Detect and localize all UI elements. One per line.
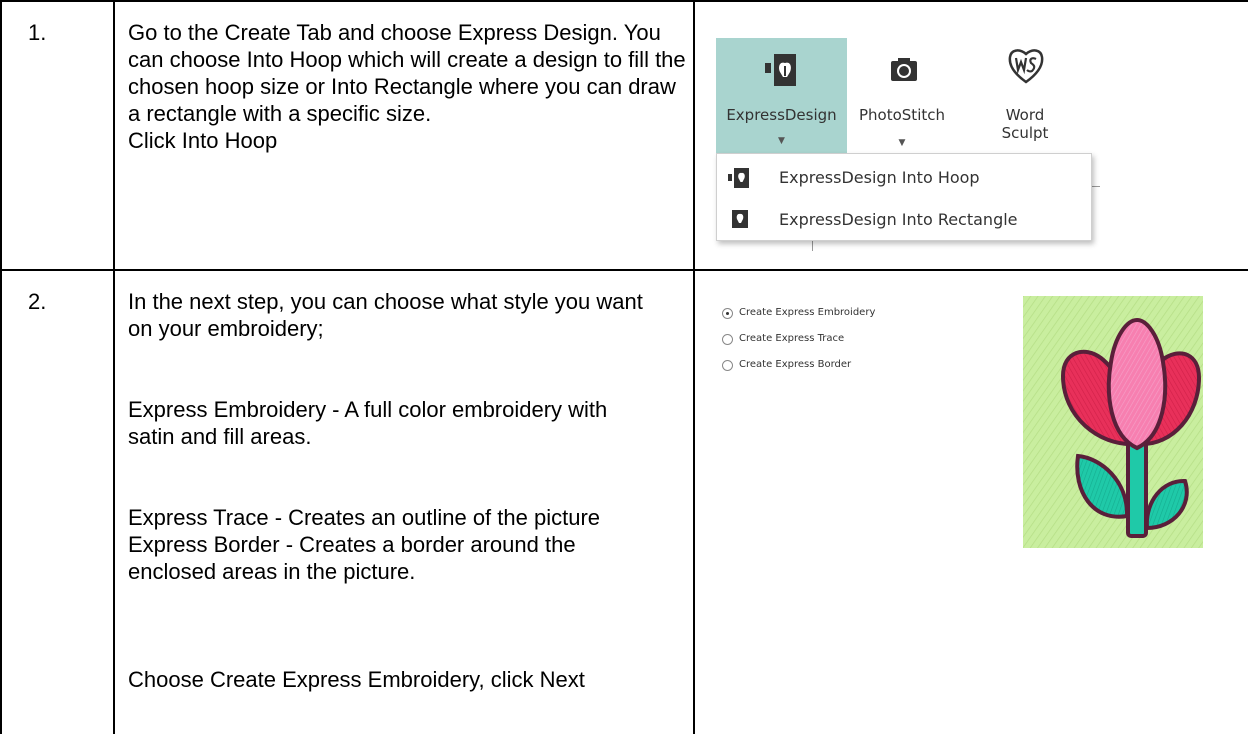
tulip-embroidery-preview — [1023, 296, 1203, 548]
radio-button[interactable] — [722, 308, 733, 319]
step-2-intro: In the next step, you can choose what st… — [128, 289, 643, 341]
radio-button[interactable] — [722, 360, 733, 371]
table-row-divider — [0, 269, 1248, 271]
express-design-label: ExpressDesign — [726, 106, 837, 124]
step-1-instructions: Go to the Create Tab and choose Express … — [128, 20, 686, 153]
step-2-choose: Choose Create Express Embroidery, click … — [128, 667, 585, 692]
photostitch-button[interactable]: PhotoStitch ▼ — [852, 38, 952, 158]
express-design-hoop-icon — [728, 168, 749, 188]
menu-item-label: ExpressDesign Into Rectangle — [779, 210, 1018, 229]
word-sculpt-icon — [1008, 49, 1044, 84]
radio-label: Create Express Trace — [739, 333, 845, 344]
express-design-button[interactable]: ExpressDesign ▼ — [716, 38, 847, 158]
photostitch-label: PhotoStitch — [859, 106, 945, 124]
express-design-icon — [765, 54, 796, 86]
step-number: 1. — [28, 20, 47, 45]
chevron-down-icon: ▼ — [778, 136, 785, 146]
menu-item-into-hoop[interactable]: ExpressDesign Into Hoop — [717, 158, 1091, 196]
express-design-dropdown-menu: ExpressDesign Into Hoop ExpressDesign In… — [716, 153, 1092, 241]
radio-selected-dot — [726, 312, 729, 315]
menu-item-into-rectangle[interactable]: ExpressDesign Into Rectangle — [717, 200, 1091, 238]
radio-label: Create Express Border — [739, 359, 852, 370]
express-design-rectangle-icon — [732, 210, 748, 228]
menu-item-label: ExpressDesign Into Hoop — [779, 168, 980, 187]
word-sculpt-button[interactable]: Word Sculpt — [960, 38, 1090, 158]
radio-label: Create Express Embroidery — [739, 307, 876, 318]
table-border-top — [0, 0, 1248, 2]
table-col-divider-2 — [693, 0, 695, 734]
word-sculpt-label: Word Sculpt — [1001, 106, 1049, 142]
step-2-express-embroidery: Express Embroidery - A full color embroi… — [128, 397, 608, 449]
table-border-left — [0, 0, 2, 734]
petal-center — [1106, 317, 1168, 451]
camera-icon — [891, 58, 917, 81]
step-2-trace-border: Express Trace - Creates an outline of th… — [128, 505, 601, 584]
chevron-down-icon: ▼ — [898, 138, 906, 148]
table-col-divider-1 — [113, 0, 115, 734]
radio-button[interactable] — [722, 334, 733, 345]
stem — [1126, 434, 1148, 538]
step-number: 2. — [28, 289, 47, 314]
